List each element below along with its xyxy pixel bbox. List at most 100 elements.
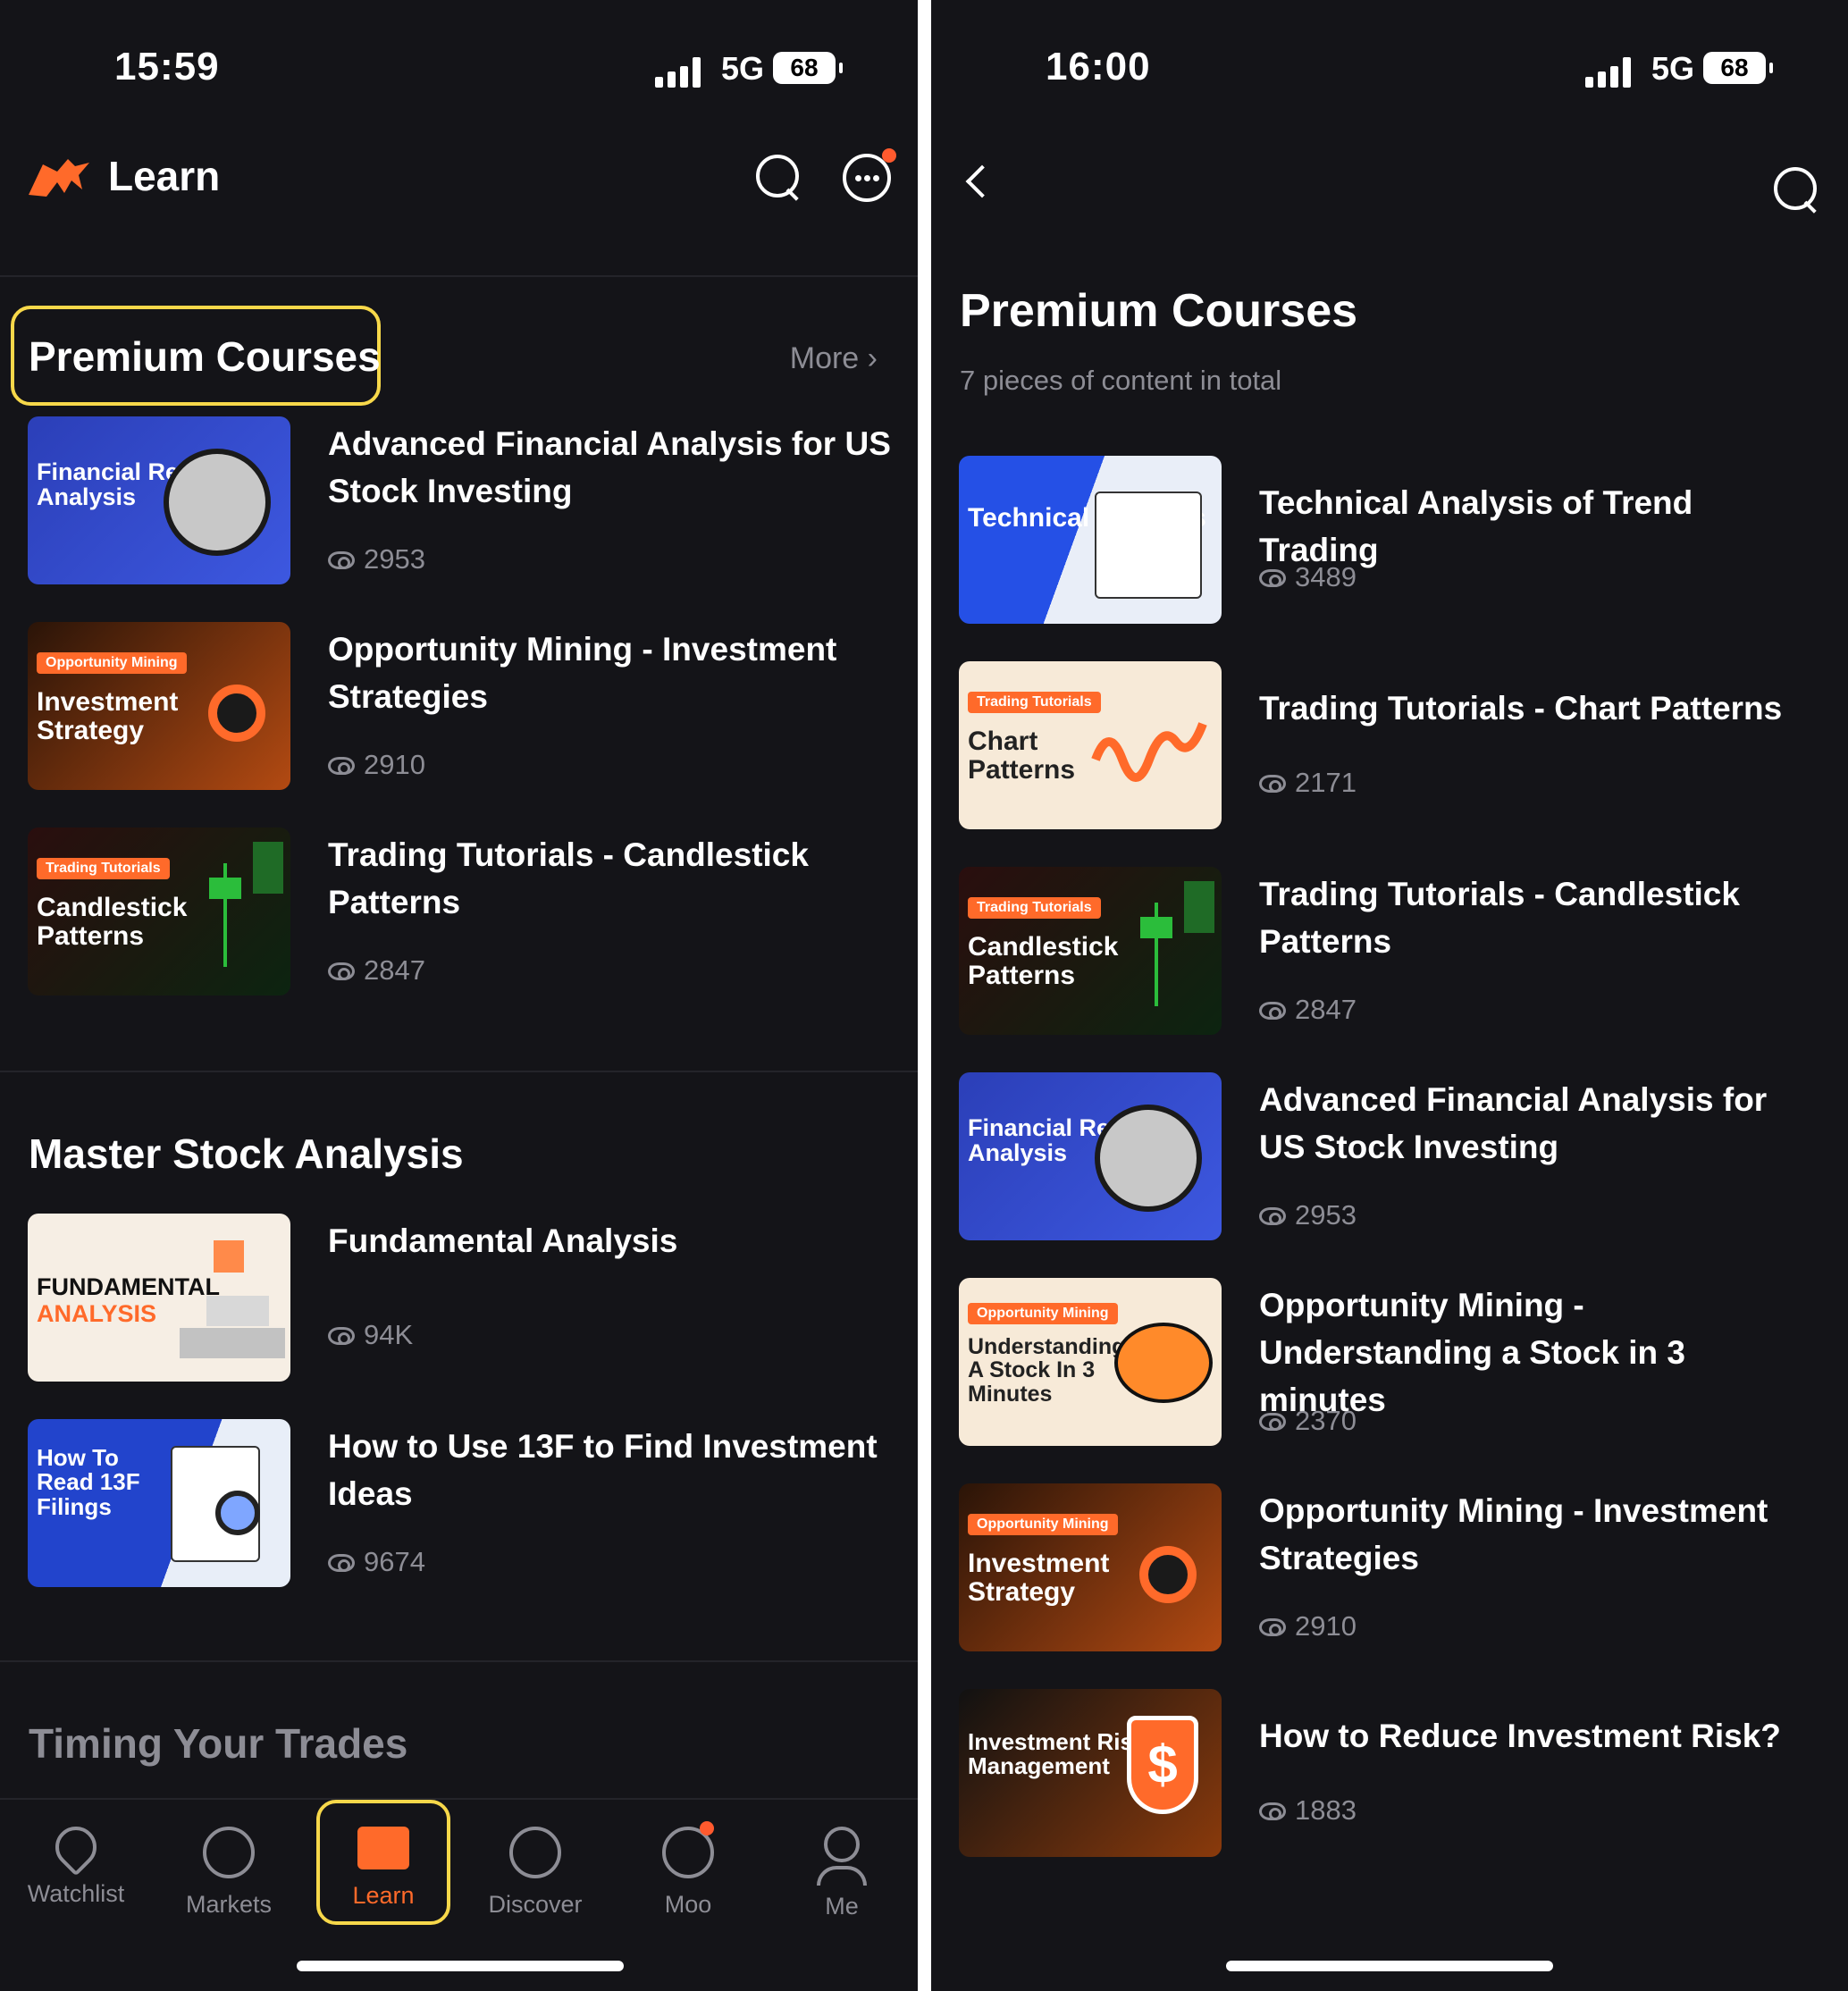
back-arrow-icon[interactable] (965, 164, 999, 198)
status-time: 15:59 (114, 45, 220, 88)
course-title: How to Reduce Investment Risk? (1259, 1718, 1781, 1754)
search-icon[interactable] (1771, 164, 1821, 214)
pie-graphic (1114, 1323, 1213, 1403)
course-item[interactable]: Trading Tutorials Candlestick Patterns T… (959, 867, 1848, 1037)
course-item[interactable]: How To Read 13F Filings How to Use 13F t… (28, 1419, 918, 1589)
tab-me[interactable]: Me (775, 1818, 909, 1920)
planet-icon (203, 1827, 255, 1878)
course-thumbnail: Opportunity Mining Investment Strategy (959, 1483, 1222, 1651)
home-indicator (1226, 1961, 1553, 1971)
course-item[interactable]: Financial Report Analysis Advanced Finan… (28, 416, 918, 586)
view-count: 2910 (1259, 1610, 1357, 1642)
eye-icon (328, 1554, 355, 1572)
thumbnail-text: FUNDAMENTAL (37, 1273, 220, 1300)
compass-icon (509, 1827, 561, 1878)
more-link[interactable]: More › (790, 341, 878, 376)
view-count: 9674 (328, 1546, 425, 1578)
coin-graphic (1095, 1105, 1202, 1212)
premium-courses-screen: 16:00 5G 68 Premium Courses 7 pieces of … (931, 0, 1848, 1991)
divider (0, 1071, 918, 1072)
battery-icon: 68 (773, 52, 843, 84)
course-title: Trading Tutorials - Candlestick Patterns (328, 836, 809, 920)
course-title: Fundamental Analysis (328, 1222, 678, 1259)
more-label: More (789, 341, 860, 375)
eye-icon (1259, 1618, 1286, 1636)
course-thumbnail: Trading Tutorials Candlestick Patterns (28, 827, 290, 996)
eye-icon (328, 757, 355, 775)
notification-dot (700, 1821, 714, 1836)
course-item[interactable]: Trading Tutorials Chart Patterns Trading… (959, 661, 1848, 831)
status-bar: 16:00 5G 68 (931, 43, 1848, 97)
course-item[interactable]: Financial Report Analysis Advanced Finan… (959, 1072, 1848, 1242)
dollar-shield-icon: $ (1127, 1716, 1198, 1814)
course-thumbnail: Opportunity Mining Understanding A Stock… (959, 1278, 1222, 1446)
eye-icon (1259, 1413, 1286, 1431)
network-label: 5G (720, 50, 764, 87)
course-item[interactable]: FUNDAMENTAL ANALYSIS Fundamental Analysi… (28, 1214, 918, 1383)
thumbnail-text: Investment Strategy (968, 1549, 1110, 1607)
course-thumbnail: Trading Tutorials Chart Patterns (959, 661, 1222, 829)
course-title: Trading Tutorials - Candlestick Patterns (1259, 876, 1740, 960)
course-thumbnail: Opportunity Mining Investment Strategy (28, 622, 290, 790)
eye-icon (1259, 1207, 1286, 1225)
course-title: How to Use 13F to Find Investment Ideas (328, 1428, 878, 1512)
section-title-master: Master Stock Analysis (29, 1130, 464, 1177)
view-count: 2910 (328, 749, 425, 781)
app-header: Learn (0, 134, 918, 223)
course-item[interactable]: Investment Risk Management $ How to Redu… (959, 1689, 1848, 1859)
thumbnail-tag: Trading Tutorials (968, 897, 1101, 919)
nav-header (931, 134, 1848, 223)
book-icon (357, 1827, 409, 1869)
divider (0, 275, 918, 277)
thumbnail-text: Investment Strategy (37, 687, 179, 745)
course-title: Trading Tutorials - Chart Patterns (1259, 690, 1783, 727)
view-count: 2953 (1259, 1199, 1357, 1231)
chart-graphic (1095, 491, 1202, 599)
thumbnail-tag: Opportunity Mining (37, 652, 187, 674)
course-title: Opportunity Mining - Understanding a Sto… (1259, 1287, 1685, 1418)
course-item[interactable]: Trading Tutorials Candlestick Patterns T… (28, 827, 918, 997)
signal-icon (655, 57, 703, 88)
course-thumbnail: FUNDAMENTAL ANALYSIS (28, 1214, 290, 1382)
tab-markets[interactable]: Markets (162, 1818, 296, 1919)
section-title-premium: Premium Courses (29, 333, 381, 380)
divider (0, 1660, 918, 1662)
course-thumbnail: Financial Report Analysis (28, 416, 290, 584)
thumbnail-text: Chart Patterns (968, 727, 1076, 785)
tab-watchlist[interactable]: Watchlist (9, 1818, 143, 1908)
battery-icon: 68 (1703, 52, 1773, 84)
learn-screen: 15:59 5G 68 Learn Premium Courses More ›… (0, 0, 918, 1991)
tab-moo[interactable]: Moo (621, 1818, 755, 1919)
course-item[interactable]: Technical Analysis Technical Analysis of… (959, 456, 1848, 626)
thumbnail-text: Candlestick Patterns (37, 893, 188, 951)
course-item[interactable]: Opportunity Mining Investment Strategy O… (959, 1483, 1848, 1653)
person-body-icon (817, 1866, 867, 1886)
chevron-right-icon: › (867, 341, 878, 375)
eye-icon (328, 551, 355, 569)
thumbnail-text: Candlestick Patterns (968, 932, 1119, 990)
course-title: Advanced Financial Analysis for US Stock… (1259, 1081, 1768, 1165)
heart-icon (46, 1818, 105, 1877)
thumbnail-tag: Opportunity Mining (968, 1303, 1118, 1324)
tab-learn[interactable]: Learn (316, 1818, 450, 1910)
search-icon[interactable] (753, 152, 803, 202)
thumbnail-text: ANALYSIS (37, 1300, 157, 1327)
blocks-graphic (180, 1328, 285, 1358)
candle-wick (223, 863, 227, 967)
thumbnail-tag: Trading Tutorials (968, 692, 1101, 713)
eye-icon (328, 962, 355, 980)
tab-discover[interactable]: Discover (468, 1818, 602, 1919)
blocks-graphic (206, 1296, 269, 1326)
candle-graphic (1184, 881, 1214, 933)
course-item[interactable]: Opportunity Mining Investment Strategy O… (28, 622, 918, 792)
view-count: 2171 (1259, 767, 1357, 799)
notification-dot (882, 148, 896, 163)
status-bar: 15:59 5G 68 (0, 43, 918, 97)
thumbnail-tag: Trading Tutorials (37, 858, 170, 879)
view-count: 94K (328, 1319, 413, 1351)
signal-icon (1585, 57, 1634, 88)
binoculars-graphic (1139, 1546, 1197, 1603)
eye-icon (1259, 1002, 1286, 1020)
course-item[interactable]: Opportunity Mining Understanding A Stock… (959, 1278, 1848, 1448)
person-icon (824, 1827, 860, 1862)
